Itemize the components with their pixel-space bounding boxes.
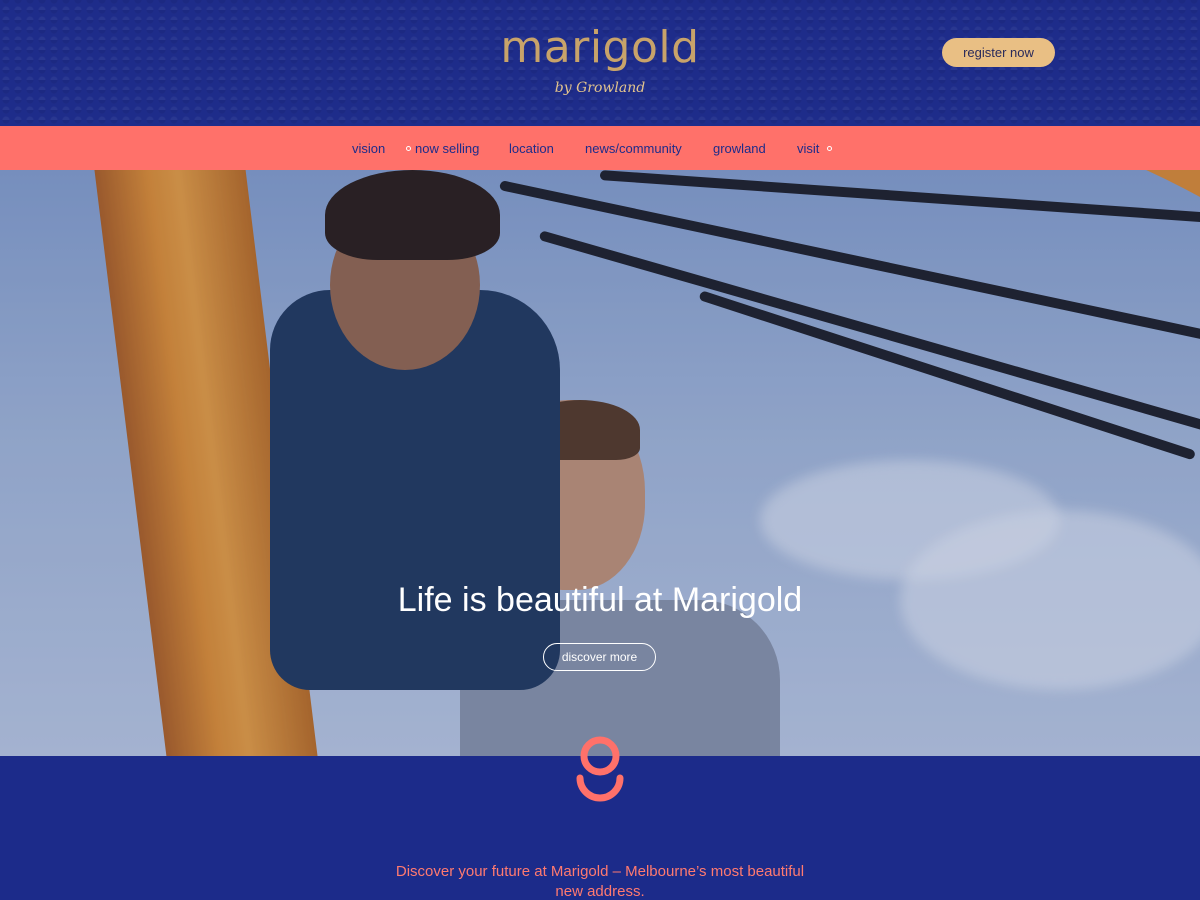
nav-item-location[interactable]: location [509, 126, 554, 170]
site-header: marigold by Growland register now [0, 0, 1200, 126]
hero-banner: Life is beautiful at Marigold discover m… [0, 170, 1200, 756]
discover-more-button[interactable]: discover more [543, 643, 656, 671]
hero-title: Life is beautiful at Marigold [397, 581, 803, 619]
nav-item-now-selling[interactable]: now selling [415, 126, 479, 170]
register-now-button[interactable]: register now [942, 38, 1055, 67]
intro-section: Discover your future at Marigold – Melbo… [0, 736, 1200, 900]
nav-item-growland[interactable]: growland [713, 126, 766, 170]
nav-item-news-community[interactable]: news/community [585, 126, 682, 170]
nav-separator-dot [406, 146, 411, 151]
nav-separator-dot [827, 146, 832, 151]
main-nav: vision now selling location news/communi… [0, 126, 1200, 170]
logo-subtitle: by Growland [554, 80, 646, 96]
nav-item-vision[interactable]: vision [352, 126, 385, 170]
marigold-g-icon [576, 736, 624, 802]
intro-text: Discover your future at Marigold – Melbo… [395, 863, 805, 900]
nav-item-visit[interactable]: visit [797, 126, 819, 170]
